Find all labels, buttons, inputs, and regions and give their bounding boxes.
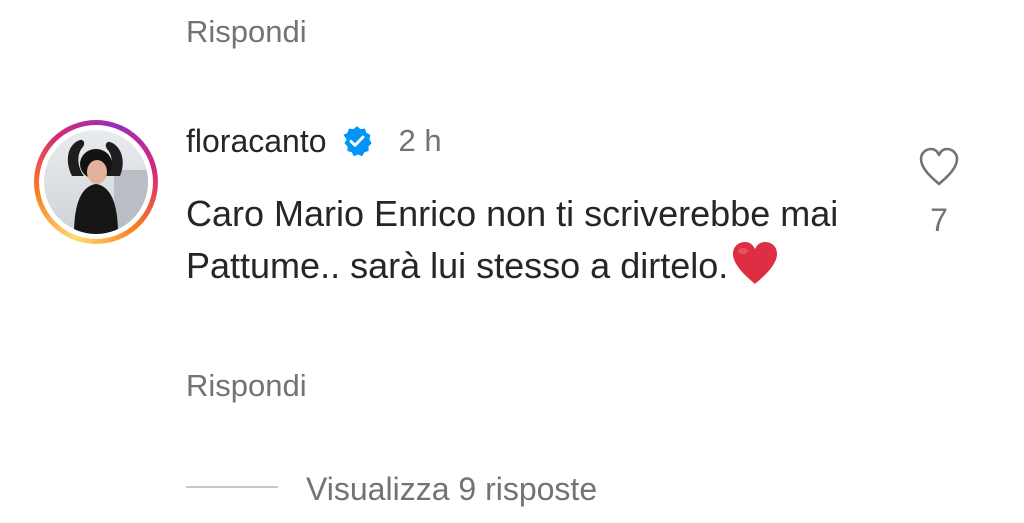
reply-button[interactable]: Rispondi (186, 364, 307, 408)
username[interactable]: floracanto (186, 123, 327, 160)
replies-divider (186, 486, 278, 488)
verified-badge-icon (343, 126, 372, 157)
view-replies-button[interactable]: Visualizza 9 risposte (306, 466, 597, 512)
comment-body: Caro Mario Enrico non ti scriverebbe mai… (186, 188, 866, 292)
comment-header: floracanto 2 h (186, 118, 442, 164)
heart-outline-icon[interactable] (917, 146, 961, 188)
red-heart-emoji-icon (733, 242, 778, 284)
avatar (44, 130, 148, 234)
comment-timestamp: 2 h (398, 123, 442, 158)
reply-button-previous[interactable]: Rispondi (186, 10, 307, 54)
like-count: 7 (930, 202, 948, 238)
avatar-story-ring[interactable] (34, 120, 158, 244)
